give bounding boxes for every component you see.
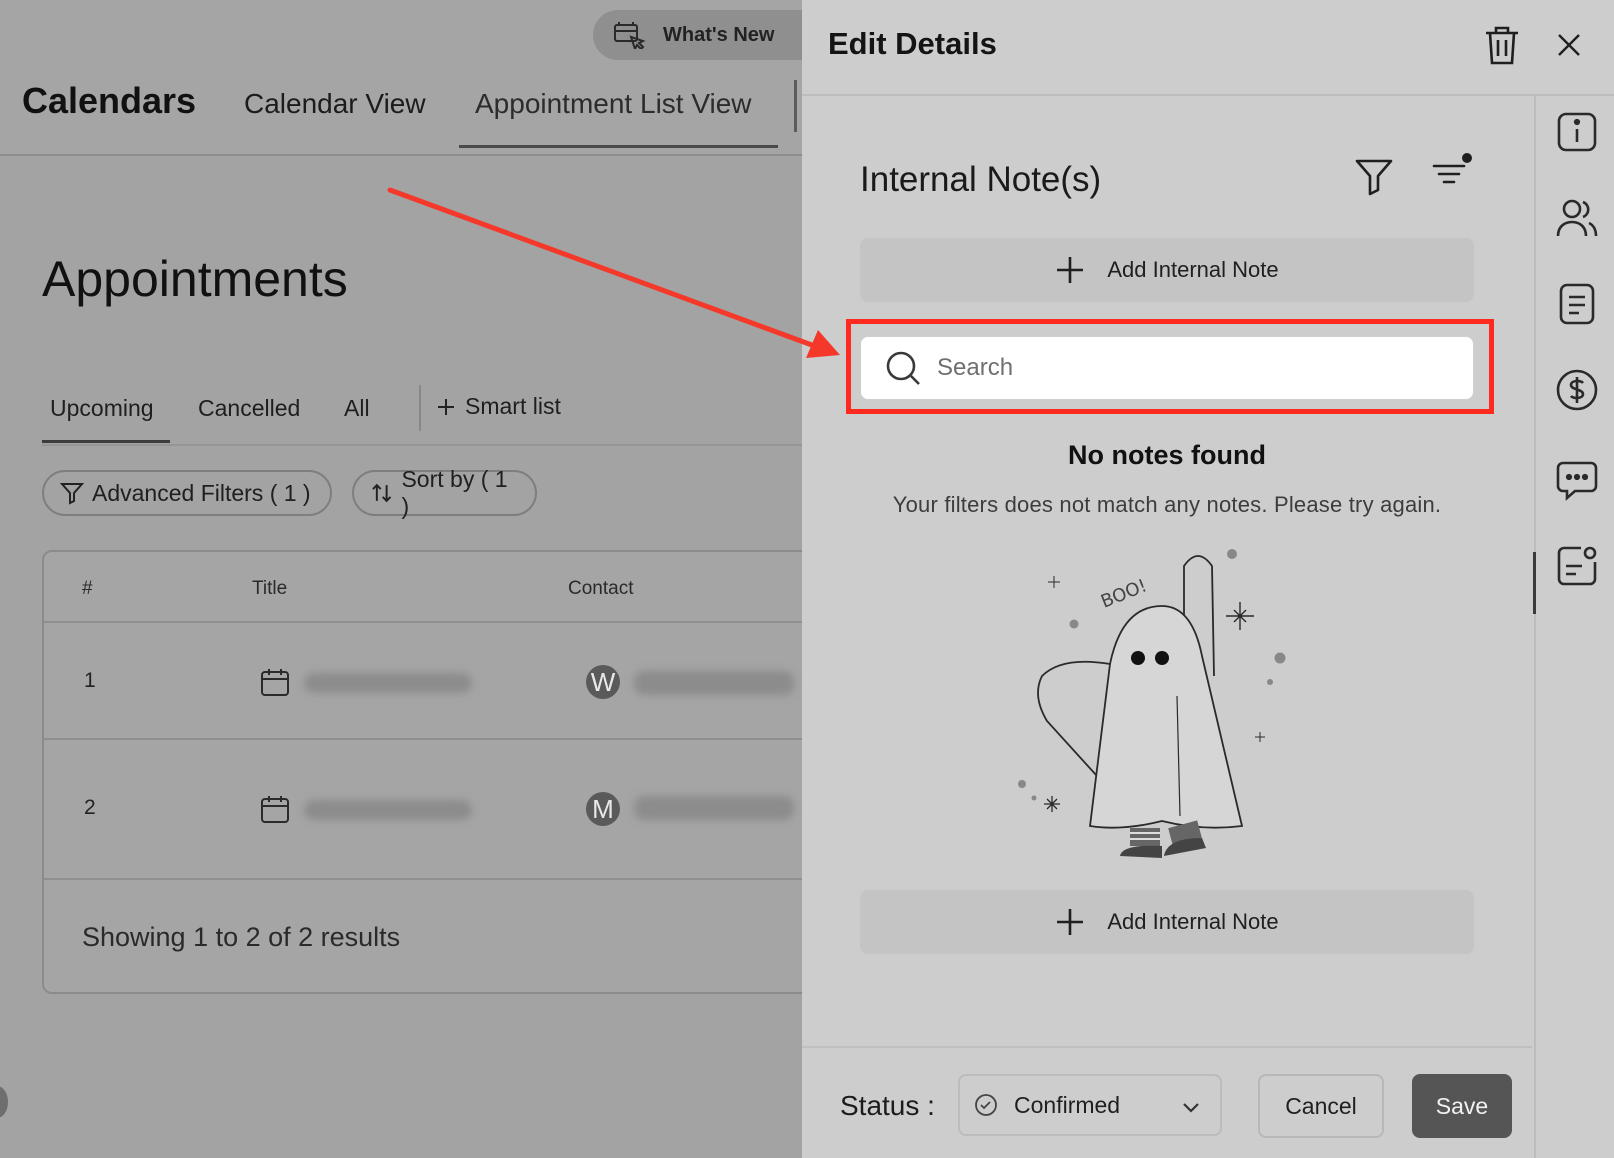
table-header: # Title Contact: [44, 552, 802, 623]
calendar-icon: [261, 796, 289, 823]
drawer-title: Edit Details: [828, 26, 997, 61]
page-title: Appointments: [42, 251, 348, 307]
row-number: 1: [84, 669, 96, 692]
advanced-filters-button[interactable]: Advanced Filters ( 1 ): [42, 470, 332, 516]
trash-icon[interactable]: [1482, 24, 1522, 66]
tab-all[interactable]: All: [344, 395, 370, 422]
section-title: Internal Note(s): [860, 160, 1102, 199]
status-label: Status :: [840, 1090, 935, 1121]
add-internal-note-label: Add Internal Note: [1107, 909, 1279, 934]
add-internal-note-button[interactable]: Add Internal Note: [860, 890, 1474, 954]
divider: [42, 444, 802, 446]
whats-new-button[interactable]: What's New: [593, 10, 802, 60]
tab-appointment-list-view[interactable]: Appointment List View: [475, 88, 752, 120]
redacted-title: [304, 800, 472, 820]
plus-icon: [1057, 257, 1084, 283]
avatar: M: [586, 792, 620, 826]
floating-handle[interactable]: [0, 1086, 8, 1118]
divider: [794, 80, 797, 132]
sort-icon: [372, 483, 392, 503]
status-value: Confirmed: [1014, 1091, 1121, 1118]
side-rail: [1533, 96, 1614, 1158]
filter-icon[interactable]: [1354, 156, 1394, 196]
drawer-footer: Status : Confirmed Cancel Save: [802, 1046, 1532, 1158]
ghost-illustration: BOO!: [1018, 549, 1286, 858]
tab-upcoming[interactable]: Upcoming: [50, 395, 154, 422]
tab-calendar-view[interactable]: Calendar View: [244, 88, 426, 120]
plus-icon: [438, 398, 454, 415]
background-app: What's New Calendars Calendar View Appoi…: [0, 0, 802, 1158]
chevron-down-icon: [1183, 1103, 1199, 1113]
add-internal-note-label: Add Internal Note: [1107, 257, 1279, 282]
smart-list-button[interactable]: Smart list: [437, 393, 561, 420]
redacted-title: [304, 673, 472, 693]
sort-by-button[interactable]: Sort by ( 1 ): [352, 466, 537, 519]
whats-new-label: What's New: [663, 23, 775, 46]
table-row[interactable]: 2 M: [44, 740, 802, 880]
notes-icon[interactable]: [1555, 544, 1599, 588]
announcement-icon: [614, 22, 646, 49]
drawer-header: Edit Details: [802, 0, 1614, 96]
document-icon[interactable]: [1555, 282, 1599, 326]
users-icon[interactable]: [1555, 196, 1599, 240]
search-field[interactable]: [860, 336, 1474, 400]
info-icon[interactable]: [1555, 110, 1599, 154]
smart-list-label: Smart list: [465, 393, 561, 419]
chat-icon[interactable]: [1555, 458, 1599, 502]
search-icon: [886, 351, 920, 385]
column-header-contact: Contact: [568, 578, 634, 599]
cancel-button[interactable]: Cancel: [1258, 1074, 1384, 1138]
tab-cancelled[interactable]: Cancelled: [198, 395, 300, 422]
calendar-icon: [261, 669, 289, 696]
active-tab-indicator: [42, 440, 170, 443]
top-bar: What's New Calendars Calendar View Appoi…: [0, 0, 802, 156]
sort-icon[interactable]: [1430, 152, 1472, 194]
divider: [419, 385, 421, 431]
column-header-title: Title: [252, 578, 288, 599]
dollar-icon[interactable]: [1555, 368, 1599, 412]
notes-panel: Internal Note(s) Add Internal Note No no…: [802, 96, 1532, 1046]
redacted-contact: [634, 671, 794, 695]
empty-state-subtitle: Your filters does not match any notes. P…: [892, 492, 1442, 517]
active-rail-indicator: [1533, 552, 1536, 614]
illustration-text: BOO!: [1098, 575, 1150, 612]
active-tab-indicator: [459, 145, 778, 148]
advanced-filters-label: Advanced Filters ( 1 ): [92, 479, 311, 506]
check-circle-icon: [975, 1094, 997, 1116]
edit-details-drawer: Edit Details Internal Note(s) Add Intern…: [802, 0, 1614, 1158]
appointments-table: # Title Contact 1 W 2 M Showing 1 to 2 o…: [42, 550, 802, 994]
plus-icon: [1057, 909, 1084, 935]
table-row[interactable]: 1 W: [44, 623, 802, 740]
filter-icon: [60, 483, 84, 505]
redacted-contact: [634, 796, 794, 820]
sort-by-label: Sort by ( 1 ): [401, 466, 508, 519]
results-summary: Showing 1 to 2 of 2 results: [82, 922, 401, 952]
app-title: Calendars: [22, 80, 197, 121]
row-number: 2: [84, 796, 96, 819]
empty-state-title: No notes found: [1068, 440, 1266, 470]
search-input[interactable]: [937, 354, 1437, 382]
close-icon[interactable]: [1554, 30, 1584, 60]
avatar: W: [586, 665, 620, 699]
add-internal-note-button[interactable]: Add Internal Note: [860, 238, 1474, 302]
status-select[interactable]: Confirmed: [958, 1074, 1222, 1136]
save-button[interactable]: Save: [1412, 1074, 1512, 1138]
column-header-number: #: [82, 578, 93, 599]
